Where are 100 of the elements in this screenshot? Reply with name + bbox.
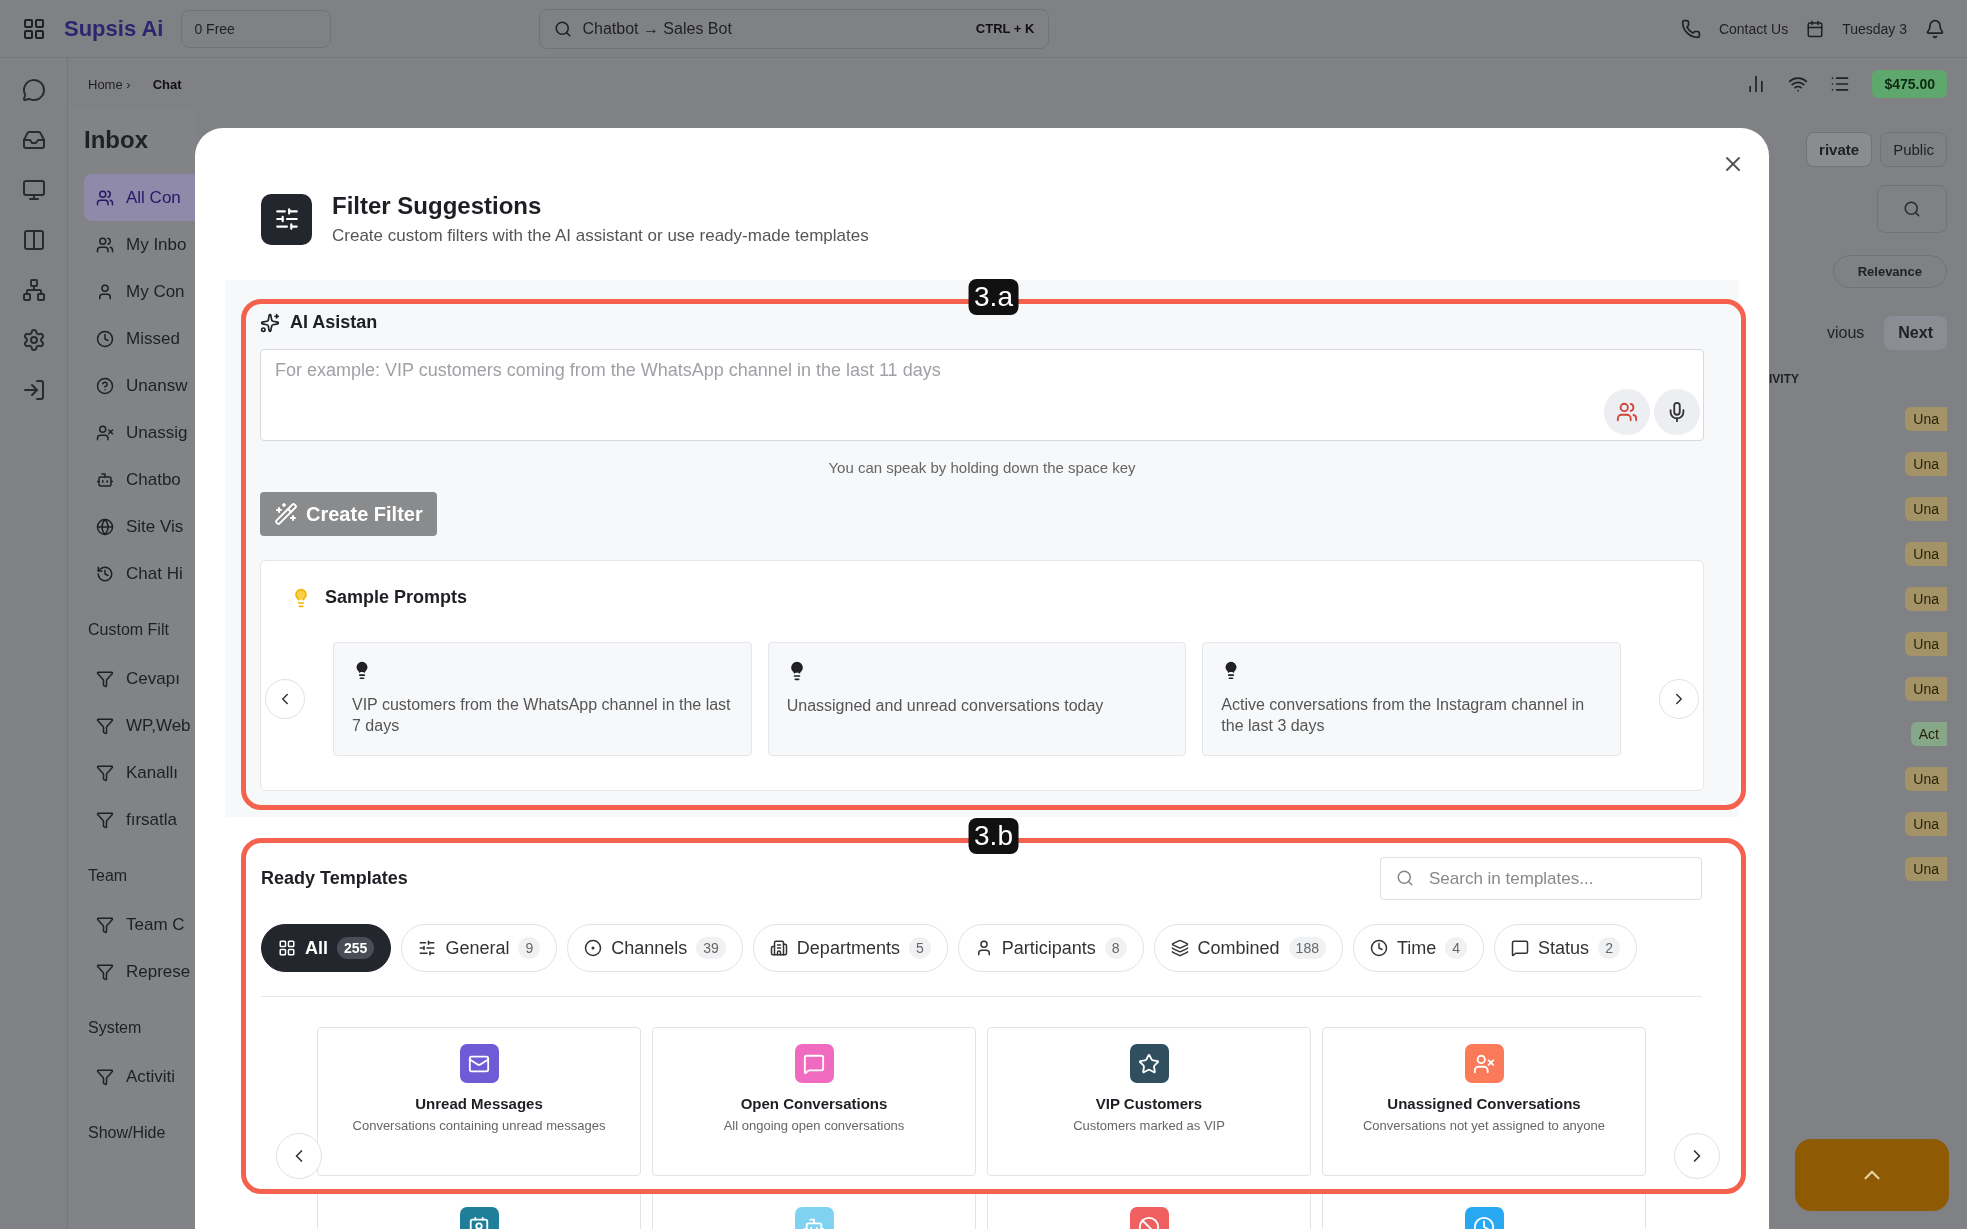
notification-icon[interactable] [1925,18,1945,39]
template-description: Conversations not yet assigned to anyone [1362,1118,1606,1133]
filter-icon [96,716,114,735]
count-badge: 4 [1445,937,1468,959]
column-header[interactable]: IVITY [1769,372,1799,386]
people-icon [96,188,114,207]
message-icon [1511,939,1530,957]
logout-icon[interactable] [21,378,46,402]
phone-icon[interactable] [1680,18,1701,39]
status-badge: Una [1905,407,1947,431]
magic-wand-icon [274,502,298,526]
category-chip[interactable]: Channels 39 [567,924,743,972]
search-icon [1903,200,1921,218]
status-badge: Una [1905,812,1947,836]
inbox-item[interactable]: All Con [84,174,195,221]
inbox-item[interactable]: Unassig [84,409,195,456]
category-chip[interactable]: Participants 8 [957,924,1144,972]
people-icon [1616,401,1638,423]
prompt-card[interactable]: Active conversations from the Instagram channel in the last 3 days [1202,642,1621,756]
template-card[interactable]: Unread Messages Conversations containing unread messages [317,1027,641,1176]
status-badge: Una [1905,542,1947,566]
inbox-item[interactable]: Missed [84,315,195,362]
count-badge: 8 [1104,937,1127,959]
category-chip[interactable]: Departments 5 [752,924,948,972]
inbox-item[interactable]: My Con [84,268,195,315]
next-button[interactable]: Next [1884,316,1947,350]
inbox-item[interactable]: Site Vis [84,503,195,550]
count-badge: 9 [518,937,541,959]
inbox-item[interactable]: Chatbo [84,456,195,503]
inbox-item[interactable]: My Inbo [84,221,195,268]
sparkles-icon [260,312,280,333]
count-badge: 39 [696,937,726,959]
create-filter-button[interactable]: Create Filter [260,492,437,536]
template-card[interactable]: Unassigned Conversations Conversations not yet assigned to anyone [1322,1027,1646,1176]
columns-icon[interactable] [21,228,46,252]
previous-button[interactable]: vious [1814,316,1877,350]
annotation-label: 3.a [968,279,1019,315]
status-badge: Act [1910,722,1947,746]
filter-icon [96,962,114,981]
visibility-tab[interactable]: rivate [1806,132,1873,167]
prompt-card[interactable]: VIP customers from the WhatsApp channel in the last 7 days [333,642,752,756]
layers-icon [1170,939,1189,957]
template-title: Unread Messages [415,1095,543,1112]
template-description: Conversations containing unread messages [352,1118,606,1133]
question-icon [96,376,114,395]
category-chip[interactable]: Combined 188 [1153,924,1343,972]
settings-icon[interactable] [21,328,46,352]
person-icon [96,282,114,301]
count-badge: 188 [1288,937,1326,959]
calendar-icon [1806,19,1825,38]
template-card[interactable]: Open Conversations All ongoing open conversations [652,1027,976,1176]
prompt-field[interactable]: For example: VIP customers coming from the WhatsApp channel in the last 11 days [260,349,1704,441]
grid-icon [278,939,296,957]
inbox-item[interactable]: Chat Hi [84,550,195,597]
breadcrumb-link[interactable]: Home › [88,76,131,92]
inbox-item[interactable]: Cevapı [84,655,195,702]
clock-icon [96,329,114,348]
status-badge: Una [1905,452,1947,476]
category-chip[interactable]: All 255 [261,924,392,972]
inbox-item[interactable]: Team C [84,901,195,948]
inbox-item[interactable]: Activiti [84,1053,195,1100]
category-chip[interactable]: General 9 [401,924,558,972]
network-icon[interactable] [21,278,46,302]
filter-icon [96,1067,114,1086]
monitor-icon[interactable] [21,178,46,202]
user-off-icon [96,423,114,442]
status-badge: Una [1905,857,1947,881]
radio-icon [584,939,603,957]
plan-selector[interactable]: 0 Free [181,9,332,48]
chat-icon[interactable] [21,78,46,102]
count-badge: 255 [337,937,375,959]
list-icon[interactable] [1830,74,1851,94]
inbox-icon[interactable] [21,128,46,152]
template-search-field[interactable]: Search in templates... [1380,857,1702,900]
hint-text: You can speak by holding down the space key [828,459,1136,476]
category-chip[interactable]: Status 2 [1494,924,1637,972]
visibility-tab[interactable]: Public [1880,132,1947,167]
inbox-item[interactable]: Represe [84,948,195,995]
globe-icon [96,517,114,536]
inbox-item[interactable]: fırsatla [84,796,195,843]
category-chip[interactable]: Time 4 [1352,924,1485,972]
search-value: Chatbot → Sales Bot [582,19,732,38]
inbox-item[interactable]: Kanallı [84,749,195,796]
template-title: VIP Customers [1095,1095,1203,1112]
section-title: System [88,1019,143,1037]
show-hide-link[interactable]: Show/Hide [88,1124,195,1142]
filter-icon [96,915,114,934]
status-badge: Una [1905,677,1947,701]
inbox-item[interactable]: Unansw [84,362,195,409]
filter-icon [261,193,312,245]
search-field[interactable]: Chatbot → Sales Bot CTRL + K [539,8,1050,49]
template-title: Unassigned Conversations [1387,1095,1581,1112]
apps-icon[interactable] [22,16,46,41]
template-card[interactable]: VIP Customers Customers marked as VIP [987,1027,1311,1176]
balance-badge: $475.00 [1872,70,1947,98]
prompt-card[interactable]: Unassigned and unread conversations today [767,642,1187,756]
section-title: Sample Prompts [325,587,468,608]
inbox-item[interactable]: WP,Web [84,702,195,749]
contact-link[interactable]: Contact Us [1718,20,1789,37]
annotation-label: 3.b [968,818,1019,854]
